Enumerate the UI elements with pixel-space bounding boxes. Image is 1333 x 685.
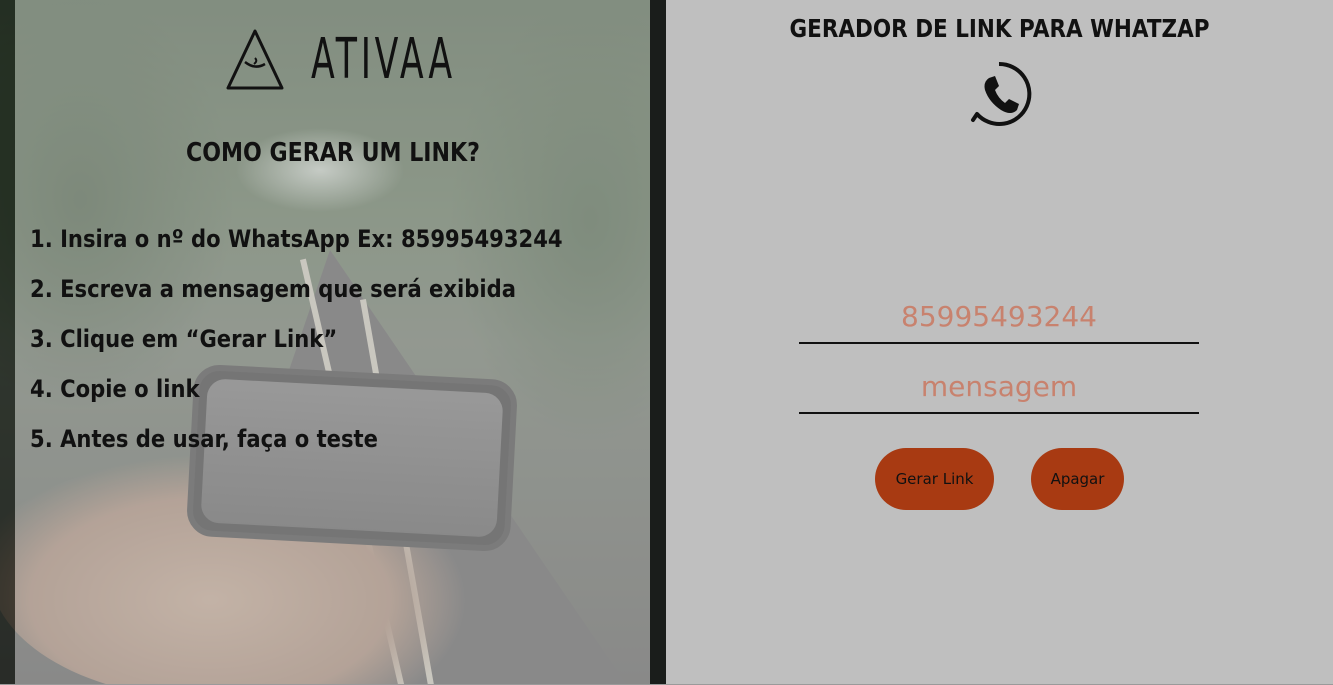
left-edge [0, 0, 15, 685]
clear-button[interactable]: Apagar [1031, 448, 1124, 510]
generate-link-button[interactable]: Gerar Link [875, 448, 994, 510]
panel-divider [650, 0, 666, 685]
step-item: 3. Clique em “Gerar Link” [30, 325, 338, 353]
message-input[interactable] [799, 360, 1199, 414]
how-to-title: COMO GERAR UM LINK? [186, 138, 480, 168]
background-photo-panel: ATIVAA COMO GERAR UM LINK? 1. Insira o n… [0, 0, 666, 685]
generator-panel: GERADOR DE LINK PARA WHATZAP Gerar Link … [666, 0, 1333, 685]
generator-title: GERADOR DE LINK PARA WHATZAP [789, 14, 1210, 43]
step-item: 2. Escreva a mensagem que será exibida [30, 275, 516, 303]
logo-triangle-icon [226, 29, 284, 90]
step-item: 1. Insira o nº do WhatsApp Ex: 859954932… [30, 225, 563, 253]
phone-icon [971, 61, 1032, 126]
step-item: 5. Antes de usar, faça o teste [30, 425, 378, 453]
brand-logo: ATIVAA [225, 28, 452, 92]
steps-list: 1. Insira o nº do WhatsApp Ex: 859954932… [30, 222, 635, 472]
step-item: 4. Copie o link [30, 375, 200, 403]
logo-text: ATIVAA [311, 27, 456, 92]
phone-number-input[interactable] [799, 290, 1199, 344]
